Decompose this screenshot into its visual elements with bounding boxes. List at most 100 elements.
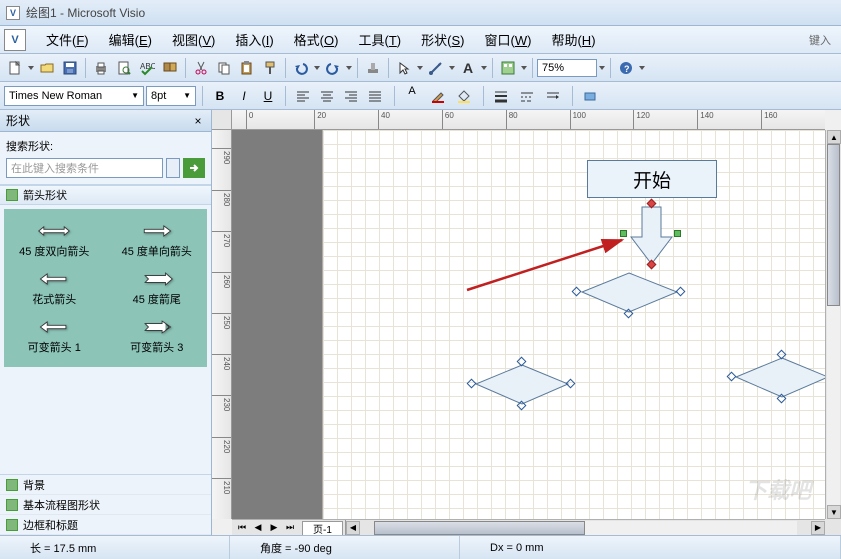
align-justify-button[interactable] [364,85,386,107]
menu-window[interactable]: 窗口(W) [474,27,541,52]
text-dropdown[interactable] [480,66,488,70]
zoom-dropdown[interactable] [598,66,606,70]
shapes-window-button[interactable] [497,57,519,79]
ruler-horizontal[interactable]: 0 20 40 60 80 100 120 140 160 [232,110,825,130]
ruler-vertical[interactable]: 290 280 270 260 250 240 230 220 210 [212,130,232,519]
bold-button[interactable]: B [209,85,231,107]
doc-icon[interactable]: V [4,29,26,51]
connector-dropdown[interactable] [448,66,456,70]
copy-button[interactable] [213,57,235,79]
line-pattern-button[interactable] [516,85,538,107]
vertical-scrollbar[interactable]: ▲ ▼ [825,130,841,519]
tab-nav-next[interactable]: ▶ [266,521,282,535]
undo-button[interactable] [290,57,312,79]
canvas[interactable]: 开始 [232,130,825,519]
search-input[interactable]: 在此键入搜索条件 [6,158,163,178]
shape-var-arrow-3[interactable]: 可变箭头 3 [107,313,208,359]
paste-button[interactable] [236,57,258,79]
format-painter-button[interactable] [259,57,281,79]
menu-shape[interactable]: 形状(S) [411,27,474,52]
tab-nav-last[interactable]: ⏭ [282,521,298,535]
italic-button[interactable]: I [233,85,255,107]
open-button[interactable] [36,57,58,79]
keyin-hint[interactable]: 键入 [809,32,837,48]
svg-text:ABC: ABC [140,62,155,71]
menu-edit[interactable]: 编辑(E) [99,27,162,52]
search-history-dropdown[interactable] [166,158,180,178]
save-button[interactable] [59,57,81,79]
pointer-button[interactable] [393,57,415,79]
close-icon[interactable]: × [191,114,205,128]
horizontal-scrollbar[interactable] [374,521,797,535]
page-tab-1[interactable]: 页-1 [302,521,343,535]
page-margin [232,130,322,519]
undo-dropdown[interactable] [313,66,321,70]
zoom-select[interactable]: 75% [537,59,597,77]
redo-dropdown[interactable] [345,66,353,70]
shape-45-arrow-tail[interactable]: 45 度箭尾 [107,265,208,311]
selection-handle[interactable] [620,230,627,237]
shape-45-dual-arrow[interactable]: 45 度双向箭头 [4,217,105,263]
menu-tools[interactable]: 工具(T) [348,27,411,52]
menu-file[interactable]: 文件(F) [36,27,99,52]
fill-color-button[interactable] [453,85,475,107]
print-preview-button[interactable] [113,57,135,79]
research-button[interactable] [159,57,181,79]
shape-fancy-arrow[interactable]: 花式箭头 [4,265,105,311]
scroll-down-button[interactable]: ▼ [827,505,841,519]
redo-button[interactable] [322,57,344,79]
shape-45-single-arrow[interactable]: 45 度单向箭头 [107,217,208,263]
menu-insert[interactable]: 插入(I) [225,27,283,52]
menu-format[interactable]: 格式(O) [284,27,349,52]
text-button[interactable]: A [457,57,479,79]
scroll-left-button[interactable]: ◀ [346,521,360,535]
font-select[interactable]: Times New Roman▼ [4,86,144,106]
cut-button[interactable] [190,57,212,79]
help-dropdown[interactable] [638,66,646,70]
tab-nav-first[interactable]: ⏮ [234,521,250,535]
help-button[interactable]: ? [615,57,637,79]
shape-down-arrow-selected[interactable] [624,202,679,270]
stencil-flowchart[interactable]: 基本流程图形状 [0,495,211,515]
font-color-button[interactable]: A [401,85,423,107]
line-color-button[interactable] [427,85,449,107]
search-go-button[interactable] [183,158,205,178]
shape-diamond-1[interactable] [577,270,682,315]
stencil-backgrounds[interactable]: 背景 [0,475,211,495]
hscroll-thumb[interactable] [374,521,586,535]
pointer-dropdown[interactable] [416,66,424,70]
scroll-right-button[interactable]: ▶ [811,521,825,535]
underline-button[interactable]: U [257,85,279,107]
new-button[interactable] [4,57,26,79]
canvas-area: 0 20 40 60 80 100 120 140 160 290 280 27… [212,110,841,535]
align-center-button[interactable] [316,85,338,107]
format-button[interactable] [579,85,601,107]
menu-view[interactable]: 视图(V) [162,27,225,52]
align-right-button[interactable] [340,85,362,107]
selection-handle[interactable] [674,230,681,237]
spellcheck-button[interactable]: ABC [136,57,158,79]
window-title: 绘图1 - Microsoft Visio [26,4,145,21]
align-left-button[interactable] [292,85,314,107]
line-ends-button[interactable] [542,85,564,107]
standard-toolbar: ABC A 75% ? [0,54,841,82]
size-select[interactable]: 8pt▼ [146,86,196,106]
stamp-button[interactable] [362,57,384,79]
search-label: 搜索形状: [6,138,205,154]
stencil-header-arrows[interactable]: 箭头形状 [0,185,211,205]
print-button[interactable] [90,57,112,79]
shapes-window-dropdown[interactable] [520,66,528,70]
tab-nav-prev[interactable]: ◀ [250,521,266,535]
vscroll-thumb[interactable] [827,144,840,306]
stencil-borders[interactable]: 边框和标题 [0,515,211,535]
line-weight-button[interactable] [490,85,512,107]
new-dropdown[interactable] [27,66,35,70]
shape-diamond-2[interactable] [472,362,572,407]
shape-diamond-3[interactable] [732,355,825,400]
shape-start-terminator[interactable]: 开始 [587,160,717,198]
scroll-up-button[interactable]: ▲ [827,130,841,144]
shape-var-arrow-1[interactable]: 可变箭头 1 [4,313,105,359]
page[interactable] [322,130,825,519]
menu-help[interactable]: 帮助(H) [541,27,605,52]
connector-button[interactable] [425,57,447,79]
